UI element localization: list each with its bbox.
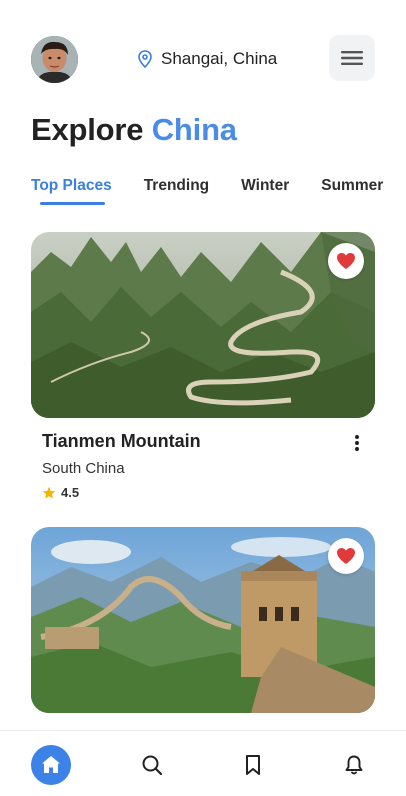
- more-dots-icon: [355, 435, 359, 439]
- place-card-image[interactable]: [31, 527, 375, 713]
- great-wall-photo: [31, 527, 375, 713]
- avatar[interactable]: [31, 36, 78, 83]
- nav-search[interactable]: [132, 745, 172, 785]
- page-title: Explore China: [31, 112, 237, 148]
- search-icon: [142, 755, 163, 776]
- location-pin-icon: [138, 50, 152, 68]
- menu-button[interactable]: [329, 35, 375, 81]
- place-rating: 4.5: [42, 485, 79, 500]
- location-label: Shangai, China: [161, 49, 278, 68]
- place-region: South China: [42, 460, 125, 477]
- nav-bookmarks[interactable]: [233, 745, 273, 785]
- star-icon: [42, 486, 56, 499]
- location[interactable]: Shangai, China: [137, 49, 277, 69]
- heart-icon: [337, 253, 355, 269]
- more-options-button[interactable]: [352, 433, 362, 453]
- header: Shangai, China: [31, 34, 375, 84]
- tab-trending[interactable]: Trending: [144, 177, 209, 213]
- nav-home[interactable]: [31, 745, 71, 785]
- bell-icon: [345, 755, 363, 775]
- category-tabs: Top Places Trending Winter Summer: [31, 177, 406, 213]
- favorite-button[interactable]: [328, 538, 364, 574]
- more-dot: [355, 447, 359, 451]
- bottom-nav: [0, 730, 406, 796]
- title-accent: China: [151, 112, 237, 147]
- tab-winter[interactable]: Winter: [241, 177, 289, 213]
- more-dot: [355, 441, 359, 445]
- favorite-button[interactable]: [328, 243, 364, 279]
- home-icon: [42, 756, 60, 773]
- title-prefix: Explore: [31, 112, 152, 147]
- place-name[interactable]: Tianmen Mountain: [42, 431, 201, 452]
- place-card-image[interactable]: [31, 232, 375, 418]
- mountain-photo: [31, 232, 375, 418]
- heart-icon: [337, 548, 355, 564]
- hamburger-menu-icon: [341, 51, 363, 65]
- tab-top-places[interactable]: Top Places: [31, 177, 112, 213]
- nav-notifications[interactable]: [334, 745, 374, 785]
- rating-value: 4.5: [61, 485, 80, 500]
- tab-summer[interactable]: Summer: [321, 177, 383, 213]
- bookmark-icon: [246, 755, 260, 775]
